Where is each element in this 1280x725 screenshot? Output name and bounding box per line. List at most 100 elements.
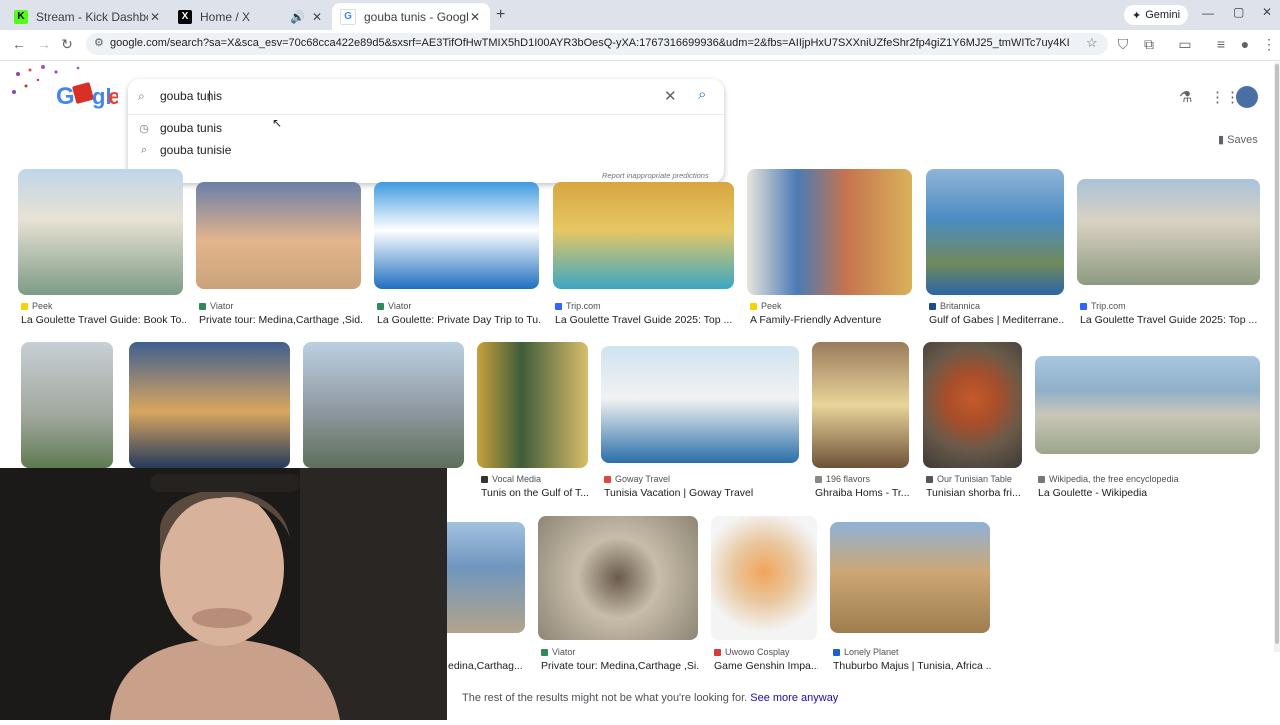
result-image[interactable] xyxy=(601,346,799,463)
google-doodle-logo[interactable]: G gl e xyxy=(8,62,120,112)
extensions-icon[interactable]: ⧉ xyxy=(1140,36,1158,53)
result-caption[interactable]: Ghraiba Homs - Tr... xyxy=(815,487,911,499)
result-image[interactable] xyxy=(196,182,361,289)
tab-kick[interactable]: K Stream - Kick Dashboard ✕ xyxy=(6,3,170,30)
tab-google-search[interactable]: G gouba tunis - Google Search ✕ xyxy=(332,3,490,30)
result-source: Viator xyxy=(199,301,233,311)
result-caption[interactable]: Tunisian shorba fri... xyxy=(926,487,1022,499)
result-image[interactable] xyxy=(18,169,183,295)
back-icon[interactable]: ← xyxy=(10,36,28,52)
search-input[interactable]: gouba tunis xyxy=(160,89,222,103)
result-source: Uwowo Cosplay xyxy=(714,647,790,657)
forward-icon[interactable]: → xyxy=(35,36,53,52)
result-image[interactable] xyxy=(1077,179,1260,285)
search-icon: ⌕ xyxy=(138,89,145,103)
result-caption[interactable]: Game Genshin Impa... xyxy=(714,660,818,672)
close-tab-icon[interactable]: ✕ xyxy=(148,10,162,24)
close-tab-icon[interactable]: ✕ xyxy=(468,10,482,24)
result-image[interactable] xyxy=(374,182,539,289)
result-caption[interactable]: edina,Carthag... xyxy=(448,660,526,672)
result-image[interactable] xyxy=(926,169,1064,295)
result-caption[interactable]: Tunis on the Gulf of T... xyxy=(481,487,591,499)
search-submit-icon[interactable]: ⌕ xyxy=(698,86,706,103)
reload-icon[interactable]: ↻ xyxy=(58,36,76,53)
result-image[interactable] xyxy=(538,516,698,640)
result-source: Viator xyxy=(377,301,411,311)
site-info-icon[interactable]: ⚙ xyxy=(94,36,104,49)
result-image[interactable] xyxy=(812,342,909,468)
result-image[interactable] xyxy=(747,169,912,295)
labs-flask-icon[interactable]: ⚗ xyxy=(1179,88,1192,106)
clear-icon[interactable]: ✕ xyxy=(664,87,677,105)
result-image[interactable] xyxy=(830,522,990,633)
saves-button[interactable]: ▮ Saves xyxy=(1218,133,1258,146)
result-image[interactable] xyxy=(21,342,113,468)
result-image[interactable] xyxy=(447,522,525,633)
report-predictions-link[interactable]: Report inappropriate predictions xyxy=(602,171,709,180)
url-text: google.com/search?sa=X&sca_esv=70c68cca4… xyxy=(110,37,1070,49)
result-source: Peek xyxy=(21,301,53,311)
minimize-icon[interactable]: — xyxy=(1202,6,1214,20)
account-avatar[interactable] xyxy=(1236,86,1258,108)
tab-title: Stream - Kick Dashboard xyxy=(36,9,148,24)
suggestion-item[interactable]: ⌕ gouba tunisie xyxy=(128,139,724,161)
result-caption[interactable]: La Goulette: Private Day Trip to Tu... xyxy=(377,314,542,326)
result-caption[interactable]: Private tour: Medina,Carthage ,Sid... xyxy=(199,314,364,326)
result-caption[interactable]: Private tour: Medina,Carthage ,Si... xyxy=(541,660,699,672)
tab-title: Home / X xyxy=(200,9,251,24)
more-results-notice: The rest of the results might not be wha… xyxy=(462,692,838,704)
address-bar[interactable]: ⚙ google.com/search?sa=X&sca_esv=70c68cc… xyxy=(86,33,1108,55)
sidepanel-icon[interactable]: ▭ xyxy=(1176,36,1194,53)
result-image[interactable] xyxy=(129,342,290,468)
result-image[interactable] xyxy=(303,342,464,468)
close-tab-icon[interactable]: ✕ xyxy=(310,10,324,24)
result-source: Vocal Media xyxy=(481,474,541,484)
media-icon[interactable]: ≡ xyxy=(1212,36,1230,52)
result-image[interactable] xyxy=(477,342,588,468)
see-more-link[interactable]: See more anyway xyxy=(750,692,838,704)
result-source: Britannica xyxy=(929,301,980,311)
result-image[interactable] xyxy=(553,182,734,289)
gemini-button[interactable]: ✦ Gemini xyxy=(1124,5,1189,25)
bookmark-star-icon[interactable]: ☆ xyxy=(1086,35,1098,51)
svg-text:e: e xyxy=(108,84,118,109)
svg-text:G: G xyxy=(56,83,75,110)
result-image[interactable] xyxy=(711,516,817,640)
kick-icon: K xyxy=(14,9,28,24)
result-caption[interactable]: La Goulette Travel Guide 2025: Top ... xyxy=(555,314,735,326)
tab-bar: K Stream - Kick Dashboard ✕ X Home / X 🔊… xyxy=(0,0,1280,30)
result-source: Wikipedia, the free encyclopedia xyxy=(1038,474,1179,484)
text-cursor: | xyxy=(208,88,212,102)
profile-avatar[interactable]: ● xyxy=(1236,36,1254,52)
result-source: Our Tunisian Table xyxy=(926,474,1012,484)
search-box: ⌕ gouba tunis | ✕ ⌕ ◷ gouba tunis ⌕ goub… xyxy=(128,79,724,183)
result-source: Peek xyxy=(750,301,782,311)
scrollbar[interactable] xyxy=(1274,62,1280,652)
saves-label: Saves xyxy=(1227,134,1258,146)
tab-title: gouba tunis - Google Search xyxy=(364,9,468,24)
result-caption[interactable]: A Family-Friendly Adventure xyxy=(750,314,915,326)
result-caption[interactable]: La Goulette Travel Guide: Book To... xyxy=(21,314,186,326)
close-window-icon[interactable]: ✕ xyxy=(1262,5,1272,19)
x-logo-icon: X xyxy=(178,9,192,24)
webcam-overlay xyxy=(0,468,447,720)
google-icon: G xyxy=(340,8,356,25)
result-image[interactable] xyxy=(923,342,1022,468)
result-caption[interactable]: Tunisia Vacation | Goway Travel xyxy=(604,487,800,499)
result-caption[interactable]: La Goulette Travel Guide 2025: Top ... xyxy=(1080,314,1260,326)
scrollbar-thumb[interactable] xyxy=(1275,64,1279,644)
speaker-icon[interactable]: 🔊 xyxy=(290,10,305,24)
result-caption[interactable]: Thuburbo Majus | Tunisia, Africa ... xyxy=(833,660,991,672)
shield-icon[interactable]: ⛉ xyxy=(1114,36,1132,53)
tab-x[interactable]: X Home / X 🔊 ✕ xyxy=(170,3,332,30)
bookmark-icon: ▮ xyxy=(1218,134,1225,146)
maximize-icon[interactable]: ▢ xyxy=(1233,5,1244,19)
divider xyxy=(128,114,724,115)
menu-icon[interactable]: ⋮ xyxy=(1260,36,1278,53)
result-caption[interactable]: Gulf of Gabes | Mediterrane... xyxy=(929,314,1064,326)
history-icon: ◷ xyxy=(139,122,149,135)
suggestion-item[interactable]: ◷ gouba tunis xyxy=(128,117,724,139)
result-image[interactable] xyxy=(1035,356,1260,454)
result-caption[interactable]: La Goulette - Wikipedia xyxy=(1038,487,1258,499)
new-tab-icon[interactable]: + xyxy=(496,6,505,24)
